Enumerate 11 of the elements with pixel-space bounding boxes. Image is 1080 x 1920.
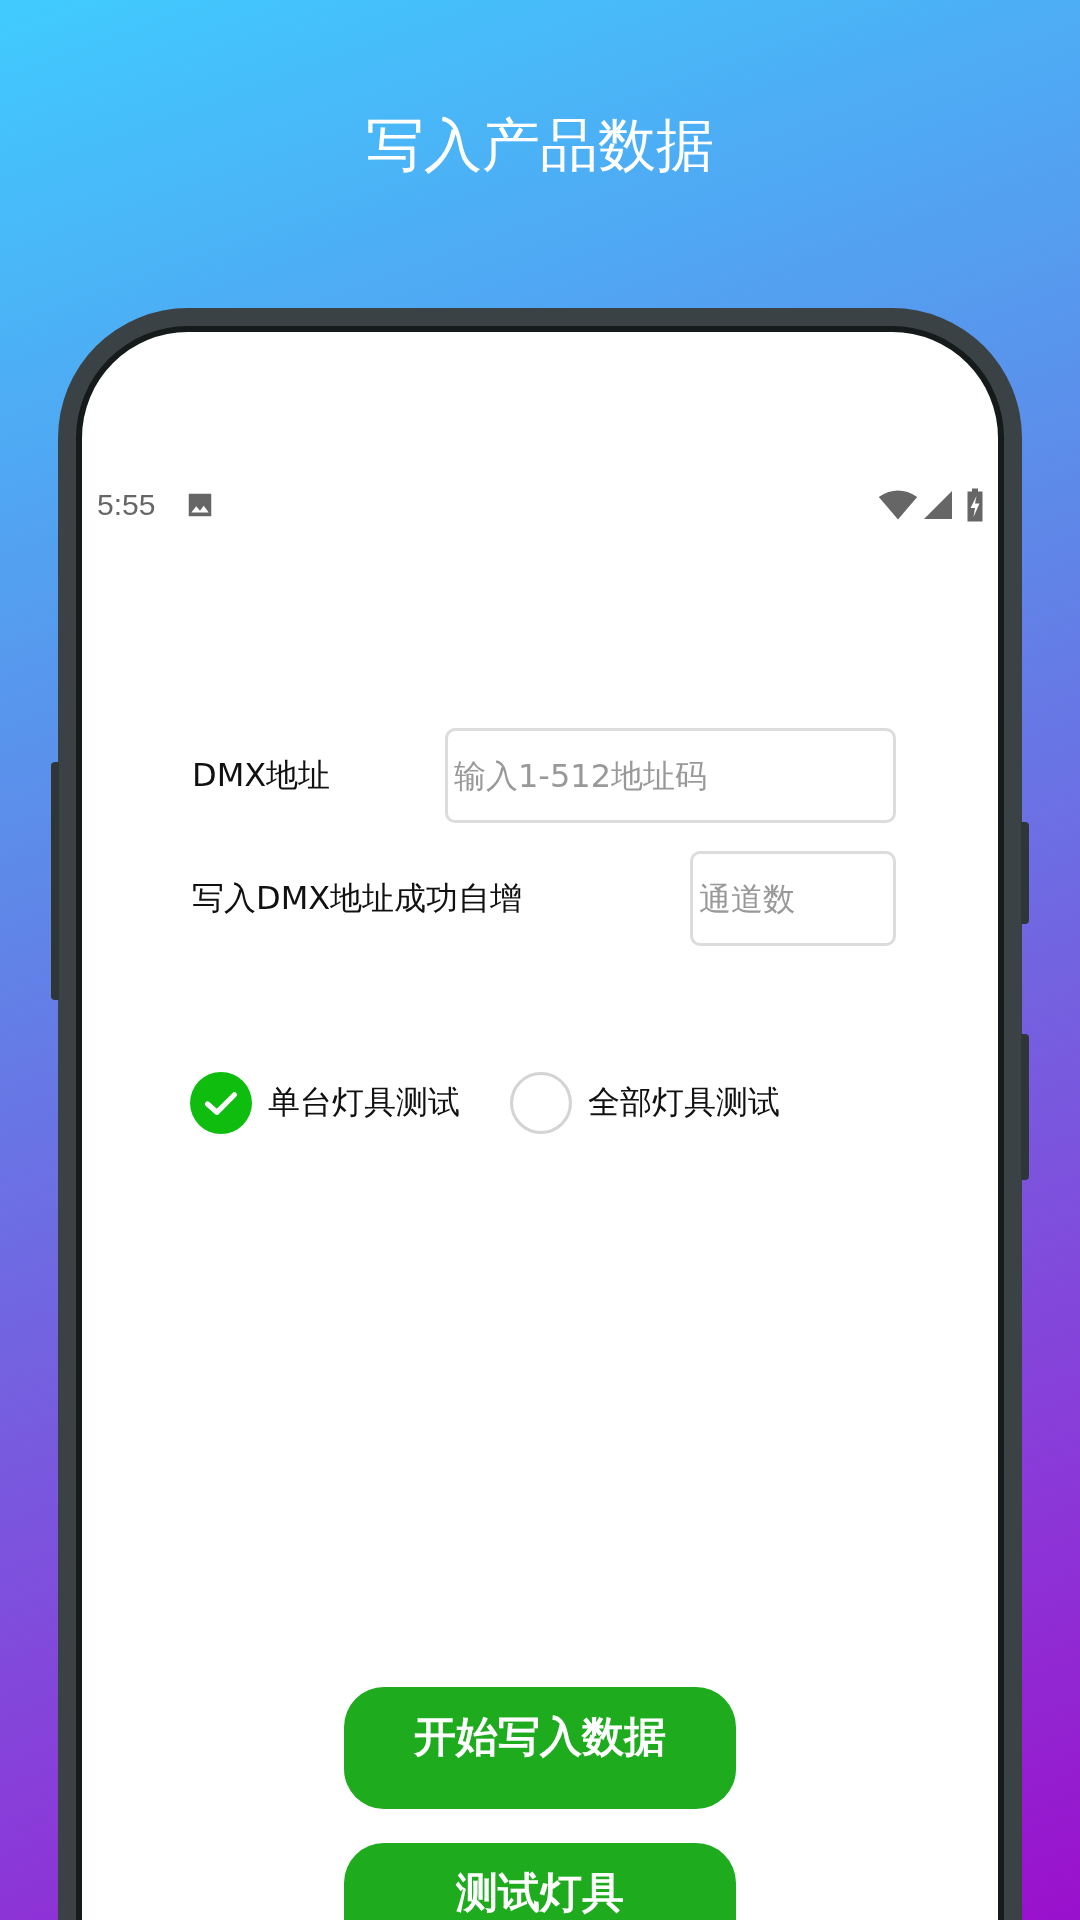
field-label: 写入DMX地址成功自增 bbox=[192, 877, 523, 919]
battery-charging-icon bbox=[966, 488, 984, 522]
radio-option[interactable]: 全部灯具测试 bbox=[510, 1072, 780, 1134]
input-field[interactable]: 通道数 bbox=[690, 851, 896, 946]
wifi-icon bbox=[878, 489, 918, 521]
signal-icon bbox=[924, 491, 952, 519]
radio-option[interactable]: 单台灯具测试 bbox=[190, 1072, 460, 1134]
page-title: 写入产品数据 bbox=[366, 110, 714, 180]
field-label: DMX地址 bbox=[192, 754, 331, 796]
status-time: 5:55 bbox=[97, 488, 156, 522]
input-field[interactable]: 输入1-512地址码 bbox=[445, 728, 896, 823]
